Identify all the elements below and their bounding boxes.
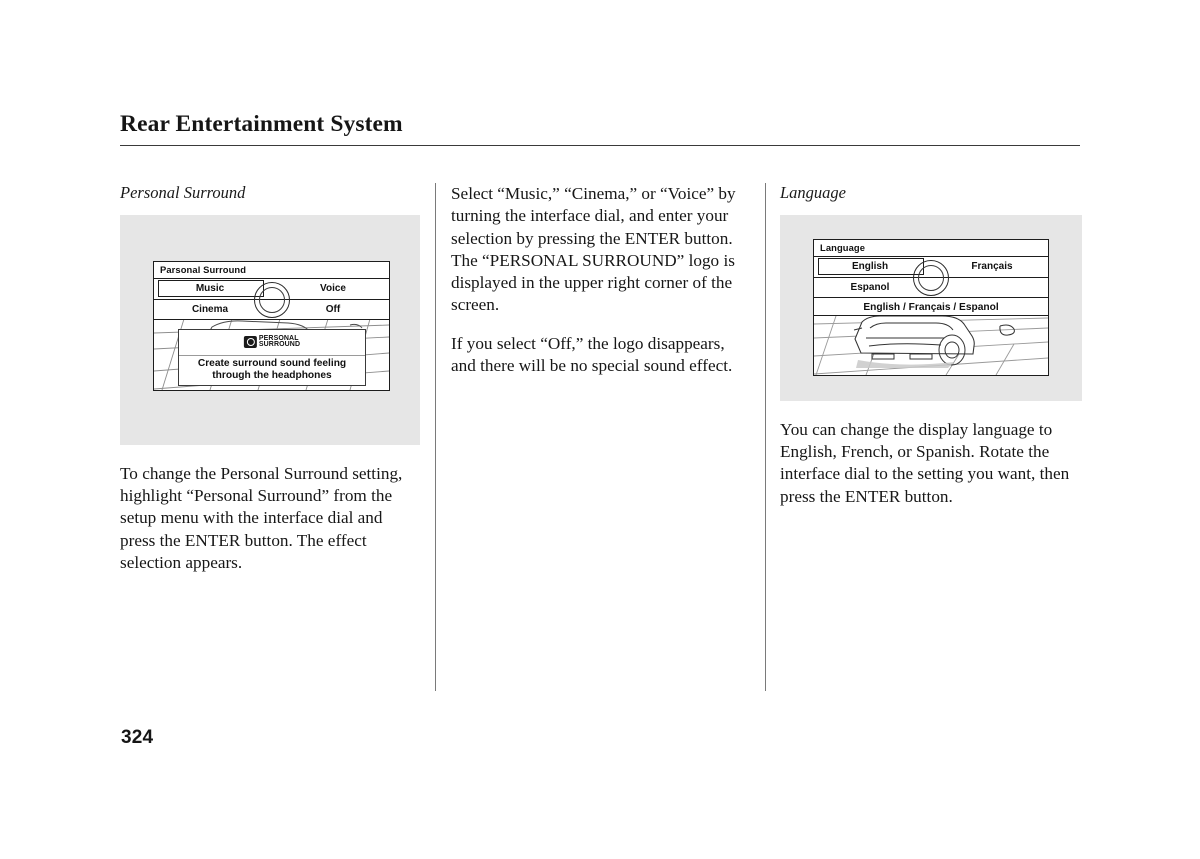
page-title: Rear Entertainment System [120,111,403,137]
language-caption-line: English / Français / Espanol [814,296,1048,316]
personal-surround-logo-icon: PERSONAL SURROUND [243,335,301,349]
body-paragraph-1: Select “Music,” “Cinema,” or “Voice” by … [451,184,736,315]
screen-mockup-personal-surround: Parsonal Surround Music Voice Cinema Off… [153,260,390,391]
column-divider-left [435,183,436,691]
popup-logo-area: PERSONAL SURROUND [179,330,365,356]
menu-area: English Français Espanol [814,257,1048,297]
menu-item-voice[interactable]: Voice [283,279,383,299]
body-text-left: To change the Personal Surround setting,… [120,463,403,572]
body-paragraph-2: If you select “Off,” the logo disappears… [451,333,733,375]
menu-item-cinema[interactable]: Cinema [160,300,260,320]
page-number: 324 [121,727,154,748]
vehicle-rear-view-icon [814,315,1048,375]
screen-title-bar: Language [814,239,1048,257]
popup-dialog-personal-surround: PERSONAL SURROUND Create surround sound … [178,328,366,386]
menu-area: Music Voice Cinema Off [154,279,389,319]
body-text-right: You can change the display language to E… [780,419,1070,506]
menu-item-espanol[interactable]: Espanol [820,278,920,298]
section-heading-language: Language [780,183,846,202]
column-left: Personal Surround Parsonal Surround Musi… [120,183,420,574]
figure-language: Language English Français Espanol Englis… [780,214,1082,401]
column-divider-right [765,183,766,691]
menu-item-francais[interactable]: Français [942,257,1042,277]
logo-text-line2: SURROUND [258,341,301,349]
column-middle: Select “Music,” “Cinema,” or “Voice” by … [451,183,751,377]
menu-bottom-rule [154,318,389,320]
surround-mark-icon [243,336,257,349]
dial-icon[interactable] [913,259,949,296]
screen-title-label: Parsonal Surround [160,263,247,275]
popup-message-line2: through the headphones [212,370,332,382]
dial-icon[interactable] [253,281,290,318]
figure-personal-surround: Parsonal Surround Music Voice Cinema Off… [120,214,420,445]
column-right: Language Language English Français Espan… [780,183,1082,508]
page-header: Rear Entertainment System [120,111,1080,138]
popup-message-line1: Create surround sound feeling [197,357,347,369]
popup-message: Create surround sound feeling through th… [179,358,365,383]
screen-mockup-language: Language English Français Espanol Englis… [813,238,1049,376]
screen-title-bar: Parsonal Surround [154,261,389,279]
menu-item-music[interactable]: Music [160,279,260,299]
menu-item-english[interactable]: English [820,257,920,277]
section-heading-personal-surround: Personal Surround [120,183,246,202]
header-divider [120,145,1080,146]
menu-item-off[interactable]: Off [283,300,383,320]
screen-title-label: Language [820,241,866,253]
manual-page: Rear Entertainment System Personal Surro… [0,0,1200,859]
